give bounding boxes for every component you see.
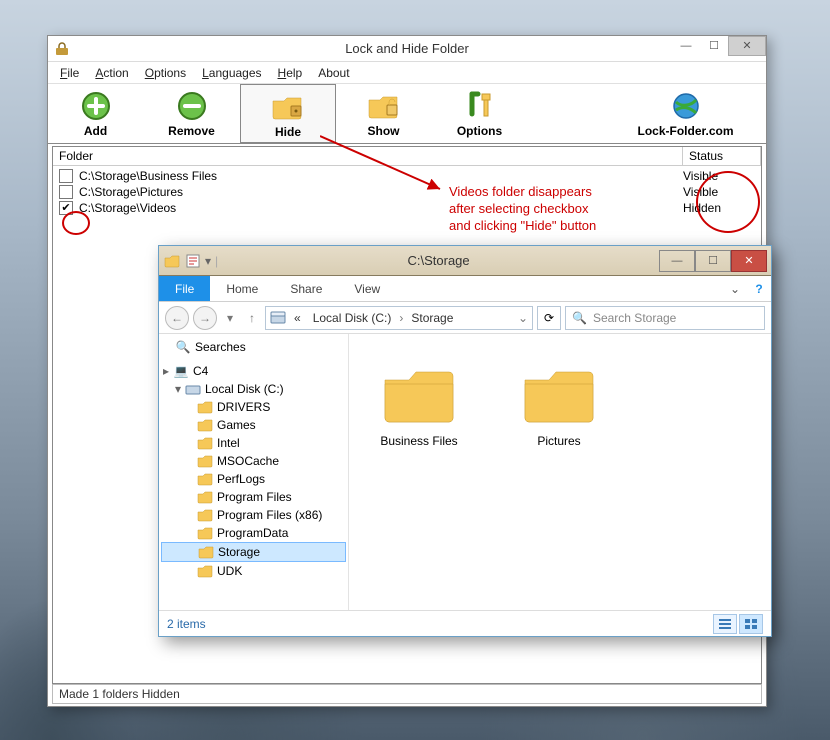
search-input[interactable]: 🔍 Search Storage [565,306,765,330]
folder-icon [509,354,609,434]
folder-icon [198,544,214,560]
tree-folder[interactable]: DRIVERS [161,398,346,416]
checkbox-checked[interactable]: ✔ [59,201,73,215]
plus-icon [48,88,143,124]
tools-icon [432,88,527,124]
content-pane[interactable]: Business Files Pictures [349,334,771,610]
tree-folder[interactable]: Storage [161,542,346,562]
tab-share[interactable]: Share [274,276,338,301]
list-item[interactable]: ✔ C:\Storage\Videos Hidden [53,200,761,216]
exp-minimize-button[interactable]: — [659,250,695,272]
refresh-button[interactable]: ⟳ [537,306,561,330]
menu-options[interactable]: Options [139,66,192,80]
explorer-titlebar[interactable]: ▾ | C:\Storage — ☐ ✕ [159,246,771,276]
view-details-button[interactable] [713,614,737,634]
titlebar[interactable]: Lock and Hide Folder — ☐ ✕ [48,36,766,62]
ribbon-tabs: File Home Share View ⌄ ? [159,276,771,302]
tab-home[interactable]: Home [210,276,274,301]
address-bar[interactable]: « Local Disk (C:) › Storage ⌄ [265,306,533,330]
folder-icon [197,507,213,523]
tree-folder[interactable]: Program Files [161,488,346,506]
toolbar: Add Remove Hide Show Options Lock-Folder… [48,84,766,144]
forward-button[interactable]: → [193,306,217,330]
folder-icon [197,525,213,541]
folder-icon [197,399,213,415]
checkbox[interactable] [59,169,73,183]
tree-disk[interactable]: ▾ Local Disk (C:) [161,380,346,398]
tree-computer[interactable]: ▸ 💻 C4 [161,362,346,380]
globe-icon [606,88,765,124]
folder-icon [197,435,213,451]
menu-action[interactable]: Action [89,66,134,80]
col-folder[interactable]: Folder [53,147,683,165]
app-icon [54,41,70,57]
folder-icon [197,489,213,505]
search-placeholder: Search Storage [593,311,676,325]
menu-help[interactable]: Help [272,66,309,80]
show-button[interactable]: Show [336,84,432,143]
maximize-button[interactable]: ☐ [700,36,728,56]
tree-folder[interactable]: ProgramData [161,524,346,542]
item-count: 2 items [167,617,206,631]
tree-folder[interactable]: UDK [161,562,346,580]
exp-close-button[interactable]: ✕ [731,250,767,272]
computer-icon: 💻 [173,363,189,379]
list-item[interactable]: C:\Storage\Business Files Visible [53,168,761,184]
search-folder-icon: 🔍 [175,339,191,355]
hide-button[interactable]: Hide [240,84,336,143]
back-button[interactable]: ← [165,306,189,330]
menubar: File Action Options Languages Help About [48,62,766,84]
help-icon[interactable]: ? [747,276,771,301]
qat-properties-icon[interactable] [185,253,201,269]
chevron-down-icon[interactable]: ⌄ [518,311,528,325]
tree-folder[interactable]: Intel [161,434,346,452]
drive-icon [185,381,201,397]
tree-folder[interactable]: MSOCache [161,452,346,470]
folder-icon [163,252,181,270]
list-item[interactable]: C:\Storage\Pictures Visible [53,184,761,200]
tree-folder[interactable]: PerfLogs [161,470,346,488]
explorer-window: ▾ | C:\Storage — ☐ ✕ File Home Share Vie… [158,245,772,637]
folder-icon [197,453,213,469]
folder-item[interactable]: Business Files [369,354,469,448]
search-icon: 🔍 [572,311,587,325]
ribbon-expand-icon[interactable]: ⌄ [723,276,747,301]
nav-pane[interactable]: 🔍 Searches ▸ 💻 C4 ▾ Local Disk (C:) DRIV… [159,334,349,610]
minus-icon [144,88,239,124]
qat-down-icon[interactable]: ▾ [205,254,211,268]
folder-icon [197,471,213,487]
close-button[interactable]: ✕ [728,36,766,56]
drive-icon [270,311,286,325]
view-icons-button[interactable] [739,614,763,634]
folder-unlock-icon [336,88,431,124]
tree-folder[interactable]: Games [161,416,346,434]
explorer-title: C:\Storage [218,253,659,268]
add-button[interactable]: Add [48,84,144,143]
tab-view[interactable]: View [338,276,396,301]
folder-icon [197,563,213,579]
checkbox[interactable] [59,185,73,199]
menu-about[interactable]: About [312,66,355,80]
up-button[interactable]: ↑ [243,309,261,327]
statusbar: Made 1 folders Hidden [52,684,762,704]
folder-lock-icon [241,89,335,125]
folder-icon [369,354,469,434]
folder-icon [197,417,213,433]
menu-languages[interactable]: Languages [196,66,267,80]
menu-file[interactable]: File [54,66,85,80]
col-status[interactable]: Status [683,147,761,165]
folder-item[interactable]: Pictures [509,354,609,448]
explorer-statusbar: 2 items [159,610,771,636]
site-button[interactable]: Lock-Folder.com [606,84,766,143]
options-button[interactable]: Options [432,84,528,143]
navbar: ← → ▾ ↑ « Local Disk (C:) › Storage ⌄ ⟳ … [159,302,771,334]
recent-dropdown[interactable]: ▾ [221,309,239,327]
window-title: Lock and Hide Folder [345,41,469,56]
tree-folder[interactable]: Program Files (x86) [161,506,346,524]
remove-button[interactable]: Remove [144,84,240,143]
tree-searches[interactable]: 🔍 Searches [161,338,346,356]
tab-file[interactable]: File [159,276,210,301]
exp-maximize-button[interactable]: ☐ [695,250,731,272]
minimize-button[interactable]: — [672,36,700,56]
